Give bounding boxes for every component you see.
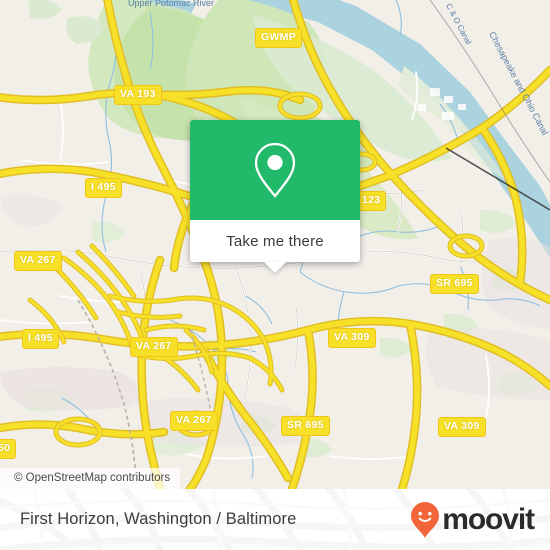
road-shield-va-267-mid: VA 267 — [130, 337, 178, 357]
road-shield-va-267-west: VA 267 — [14, 251, 62, 271]
road-shield-i-495-north: I 495 — [85, 178, 122, 198]
road-shield-va-193: VA 193 — [114, 85, 162, 105]
road-shield-va-309-southeast: VA 309 — [438, 417, 486, 437]
moovit-pin-icon — [411, 501, 440, 538]
map-label-upper-potomac-river: Upper Potomac River — [128, 0, 215, 8]
road-shield-gwmp: GWMP — [255, 28, 303, 48]
map-pin-icon — [254, 142, 296, 198]
moovit-logo[interactable]: moovit — [410, 501, 535, 539]
osm-attribution-text: © OpenStreetMap contributors — [14, 472, 171, 484]
take-me-there-label: Take me there — [226, 232, 324, 250]
page-title: First Horizon, Washington / Baltimore — [20, 510, 297, 528]
road-shield-i-495-south: I 495 — [22, 329, 59, 349]
take-me-there-button[interactable]: Take me there — [190, 220, 360, 273]
road-shield-123: 123 — [356, 191, 387, 211]
road-shield-50: 50 — [0, 439, 17, 459]
road-shield-sr-695-south: SR 695 — [281, 416, 330, 436]
card-pointer-tail — [264, 262, 286, 273]
osm-attribution[interactable]: © OpenStreetMap contributors — [0, 468, 181, 489]
location-popup-card[interactable]: Take me there — [190, 120, 360, 273]
moovit-station-card-screenshot: Upper Potomac River C & O Canal Chesapea… — [0, 0, 550, 550]
card-pin-area — [190, 120, 360, 220]
road-shield-va-267-south: VA 267 — [170, 411, 218, 431]
map-canvas[interactable]: Upper Potomac River C & O Canal Chesapea… — [0, 0, 550, 489]
road-shield-va-309-mid: VA 309 — [328, 328, 376, 348]
moovit-wordmark: moovit — [442, 502, 535, 536]
footer-bar: First Horizon, Washington / Baltimore mo… — [0, 489, 550, 550]
road-shield-sr-695-east: SR 695 — [430, 274, 479, 294]
